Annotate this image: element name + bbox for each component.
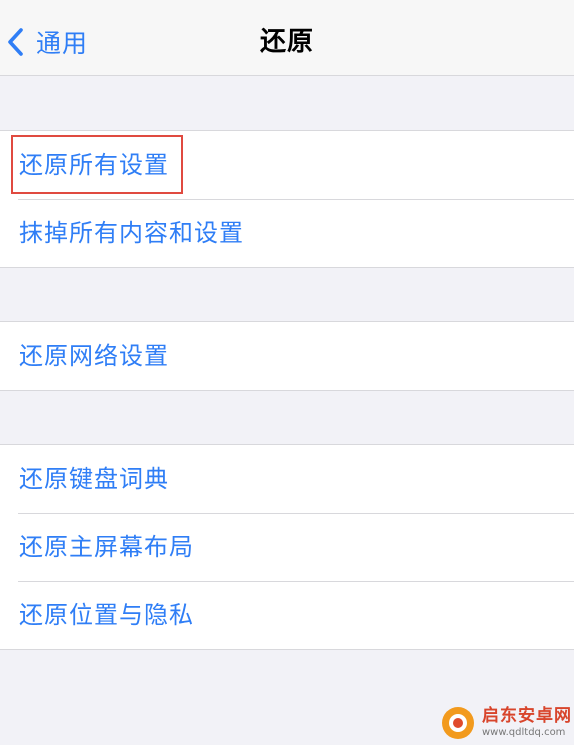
reset-keyboard-dictionary-item[interactable]: 还原键盘词典 <box>0 445 574 513</box>
reset-keyboard-dictionary-label: 还原键盘词典 <box>19 465 169 493</box>
watermark-url: www.qdltdq.com <box>482 726 566 738</box>
page-title: 还原 <box>259 27 314 57</box>
erase-all-content-item[interactable]: 抹掉所有内容和设置 <box>0 199 574 267</box>
settings-group-reset-all: 还原所有设置 抹掉所有内容和设置 <box>0 130 574 268</box>
reset-location-privacy-label: 还原位置与隐私 <box>19 601 194 629</box>
watermark-name: 启东安卓网 <box>482 705 572 726</box>
settings-group-network: 还原网络设置 <box>0 321 574 391</box>
reset-all-settings-label: 还原所有设置 <box>19 151 169 179</box>
reset-network-settings-label: 还原网络设置 <box>19 342 169 370</box>
reset-network-settings-item[interactable]: 还原网络设置 <box>0 322 574 390</box>
erase-all-content-label: 抹掉所有内容和设置 <box>19 219 244 247</box>
reset-home-screen-layout-label: 还原主屏幕布局 <box>19 533 194 561</box>
reset-home-screen-layout-item[interactable]: 还原主屏幕布局 <box>0 513 574 581</box>
settings-group-other: 还原键盘词典 还原主屏幕布局 还原位置与隐私 <box>0 444 574 650</box>
watermark-logo-icon <box>442 706 474 739</box>
watermark: 启东安卓网 www.qdltdq.com <box>440 700 574 745</box>
navigation-bar: 通用 还原 <box>0 0 574 76</box>
reset-location-privacy-item[interactable]: 还原位置与隐私 <box>0 581 574 649</box>
reset-all-settings-item[interactable]: 还原所有设置 <box>0 131 574 199</box>
